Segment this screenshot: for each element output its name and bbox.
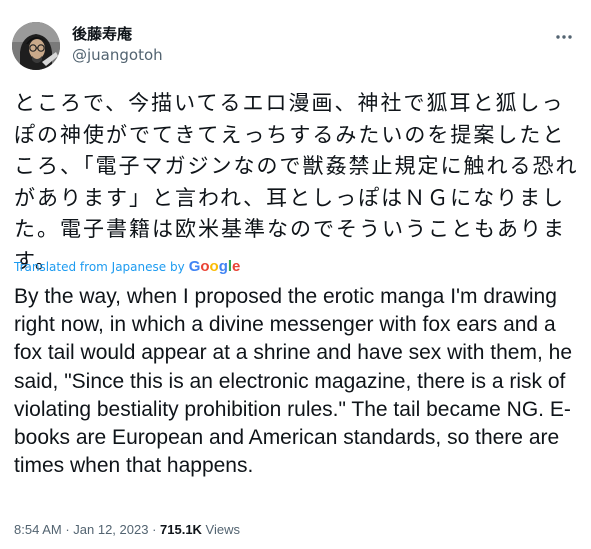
user-info[interactable]: 後藤寿庵 @juangotoh bbox=[72, 24, 163, 65]
more-dots-icon bbox=[556, 35, 572, 39]
translated-label: Translated from Japanese by bbox=[14, 259, 185, 274]
google-logo-o2: o bbox=[209, 258, 219, 275]
google-logo-g2: g bbox=[218, 258, 228, 275]
google-logo-e: e bbox=[232, 258, 241, 275]
google-logo-o1: o bbox=[200, 258, 210, 275]
tweet-text-translated: By the way, when I proposed the erotic m… bbox=[14, 285, 578, 478]
more-button[interactable] bbox=[551, 24, 577, 50]
views-count[interactable]: 715.1K bbox=[160, 522, 202, 537]
google-logo: Google bbox=[189, 258, 241, 275]
tweet-meta: 8:54 AM · Jan 12, 2023 · 715.1K Views bbox=[14, 522, 240, 537]
user-handle[interactable]: @juangotoh bbox=[72, 45, 163, 65]
meta-separator: · bbox=[61, 522, 74, 537]
translation-attribution[interactable]: Translated from Japanese by Google bbox=[14, 258, 240, 275]
avatar[interactable] bbox=[12, 22, 60, 70]
tweet-card: 後藤寿庵 @juangotoh ところで、今描いてるエロ漫画、神社で狐耳と狐しっ… bbox=[0, 0, 591, 549]
views-label: Views bbox=[201, 522, 240, 537]
google-logo-g: G bbox=[188, 258, 201, 275]
tweet-time[interactable]: 8:54 AM bbox=[14, 522, 62, 537]
display-name[interactable]: 後藤寿庵 bbox=[72, 24, 163, 44]
meta-separator: · bbox=[148, 522, 161, 537]
tweet-text-original: ところで、今描いてるエロ漫画、神社で狐耳と狐しっぽの神使がでてきてえっちするみた… bbox=[14, 91, 579, 273]
tweet-date[interactable]: Jan 12, 2023 bbox=[73, 522, 148, 537]
avatar-photo-icon bbox=[12, 22, 60, 70]
tweet-header: 後藤寿庵 @juangotoh bbox=[12, 22, 579, 74]
